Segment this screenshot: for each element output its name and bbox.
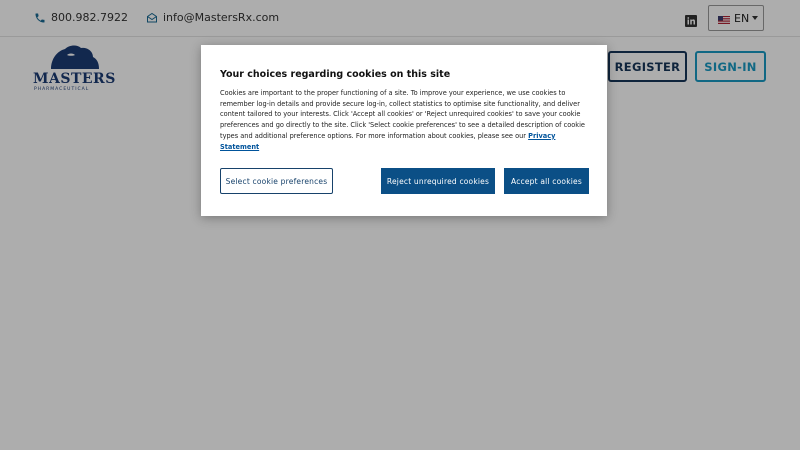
cookie-consent-dialog: Your choices regarding cookies on this s…	[201, 45, 607, 216]
cookie-dialog-title: Your choices regarding cookies on this s…	[220, 69, 451, 80]
cookie-dialog-body: Cookies are important to the proper func…	[220, 88, 588, 152]
select-cookie-preferences-button[interactable]: Select cookie preferences	[220, 168, 333, 194]
reject-unrequired-cookies-button[interactable]: Reject unrequired cookies	[381, 168, 495, 194]
accept-all-cookies-button[interactable]: Accept all cookies	[504, 168, 589, 194]
